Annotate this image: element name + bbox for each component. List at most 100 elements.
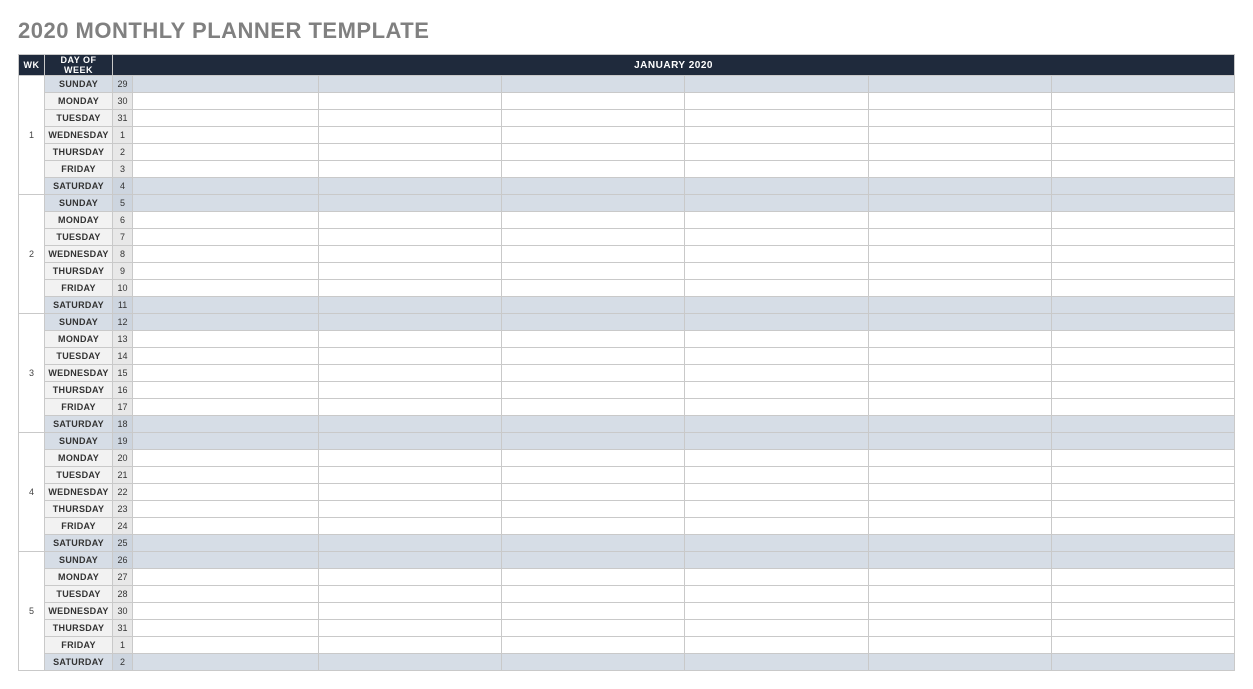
planner-cell[interactable] [319,467,502,484]
planner-cell[interactable] [1051,229,1234,246]
planner-cell[interactable] [319,365,502,382]
planner-cell[interactable] [685,637,868,654]
planner-cell[interactable] [133,637,319,654]
planner-cell[interactable] [685,110,868,127]
planner-cell[interactable] [1051,212,1234,229]
planner-cell[interactable] [868,331,1051,348]
planner-cell[interactable] [868,314,1051,331]
planner-cell[interactable] [685,314,868,331]
planner-cell[interactable] [1051,586,1234,603]
planner-cell[interactable] [133,535,319,552]
planner-cell[interactable] [685,195,868,212]
planner-cell[interactable] [685,603,868,620]
planner-cell[interactable] [1051,518,1234,535]
planner-cell[interactable] [133,518,319,535]
planner-cell[interactable] [868,518,1051,535]
planner-cell[interactable] [685,535,868,552]
planner-cell[interactable] [502,331,685,348]
planner-cell[interactable] [319,76,502,93]
planner-cell[interactable] [502,637,685,654]
planner-cell[interactable] [685,586,868,603]
planner-cell[interactable] [319,416,502,433]
planner-cell[interactable] [133,263,319,280]
planner-cell[interactable] [868,365,1051,382]
planner-cell[interactable] [868,382,1051,399]
planner-cell[interactable] [133,229,319,246]
planner-cell[interactable] [1051,246,1234,263]
planner-cell[interactable] [868,178,1051,195]
planner-cell[interactable] [133,246,319,263]
planner-cell[interactable] [1051,348,1234,365]
planner-cell[interactable] [319,195,502,212]
planner-cell[interactable] [502,569,685,586]
planner-cell[interactable] [319,161,502,178]
planner-cell[interactable] [1051,467,1234,484]
planner-cell[interactable] [133,110,319,127]
planner-cell[interactable] [1051,178,1234,195]
planner-cell[interactable] [502,535,685,552]
planner-cell[interactable] [319,535,502,552]
planner-cell[interactable] [133,552,319,569]
planner-cell[interactable] [319,518,502,535]
planner-cell[interactable] [319,178,502,195]
planner-cell[interactable] [502,365,685,382]
planner-cell[interactable] [868,212,1051,229]
planner-cell[interactable] [685,178,868,195]
planner-cell[interactable] [685,467,868,484]
planner-cell[interactable] [502,76,685,93]
planner-cell[interactable] [685,450,868,467]
planner-cell[interactable] [1051,127,1234,144]
planner-cell[interactable] [868,161,1051,178]
planner-cell[interactable] [319,246,502,263]
planner-cell[interactable] [1051,331,1234,348]
planner-cell[interactable] [502,654,685,671]
planner-cell[interactable] [133,93,319,110]
planner-cell[interactable] [1051,620,1234,637]
planner-cell[interactable] [1051,569,1234,586]
planner-cell[interactable] [502,416,685,433]
planner-cell[interactable] [1051,501,1234,518]
planner-cell[interactable] [502,382,685,399]
planner-cell[interactable] [502,586,685,603]
planner-cell[interactable] [1051,263,1234,280]
planner-cell[interactable] [1051,450,1234,467]
planner-cell[interactable] [502,127,685,144]
planner-cell[interactable] [868,195,1051,212]
planner-cell[interactable] [868,569,1051,586]
planner-cell[interactable] [685,518,868,535]
planner-cell[interactable] [133,331,319,348]
planner-cell[interactable] [685,280,868,297]
planner-cell[interactable] [1051,654,1234,671]
planner-cell[interactable] [319,654,502,671]
planner-cell[interactable] [1051,110,1234,127]
planner-cell[interactable] [1051,399,1234,416]
planner-cell[interactable] [868,76,1051,93]
planner-cell[interactable] [133,433,319,450]
planner-cell[interactable] [685,144,868,161]
planner-cell[interactable] [1051,637,1234,654]
planner-cell[interactable] [319,331,502,348]
planner-cell[interactable] [133,195,319,212]
planner-cell[interactable] [502,484,685,501]
planner-cell[interactable] [319,552,502,569]
planner-cell[interactable] [1051,195,1234,212]
planner-cell[interactable] [502,433,685,450]
planner-cell[interactable] [685,127,868,144]
planner-cell[interactable] [133,348,319,365]
planner-cell[interactable] [502,399,685,416]
planner-cell[interactable] [502,603,685,620]
planner-cell[interactable] [133,569,319,586]
planner-cell[interactable] [868,416,1051,433]
planner-cell[interactable] [1051,382,1234,399]
planner-cell[interactable] [502,280,685,297]
planner-cell[interactable] [502,110,685,127]
planner-cell[interactable] [685,229,868,246]
planner-cell[interactable] [868,654,1051,671]
planner-cell[interactable] [868,552,1051,569]
planner-cell[interactable] [868,263,1051,280]
planner-cell[interactable] [133,620,319,637]
planner-cell[interactable] [319,263,502,280]
planner-cell[interactable] [319,484,502,501]
planner-cell[interactable] [1051,144,1234,161]
planner-cell[interactable] [319,212,502,229]
